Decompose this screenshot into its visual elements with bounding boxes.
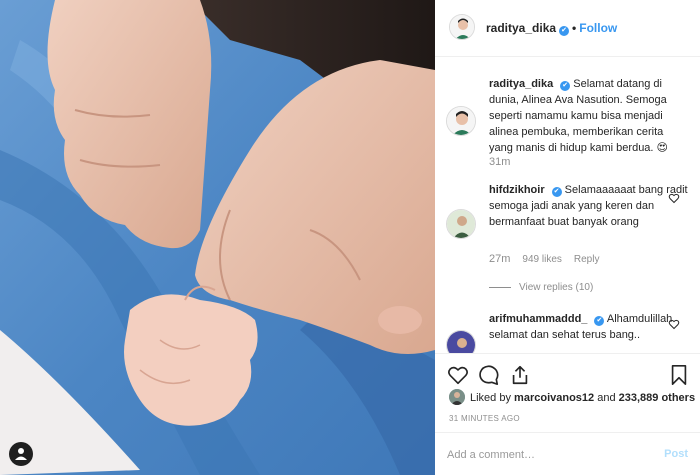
verified-icon: ✔ [594, 316, 605, 326]
comment-username[interactable]: hifdzikhoir [489, 184, 545, 196]
user-tag-icon [15, 448, 27, 460]
comment-avatar[interactable] [446, 209, 476, 239]
comment-input[interactable] [447, 445, 647, 465]
comment-time: 27m [489, 253, 511, 265]
comment-meta: 27m 949 likes Reply [489, 253, 611, 265]
post-image [0, 0, 435, 475]
add-comment-bar: Post [435, 432, 700, 475]
post-photo[interactable] [0, 0, 435, 475]
comment-like-heart-icon[interactable] [668, 192, 680, 204]
author-line: raditya_dika ✔ • Follow [486, 21, 617, 36]
comment-item: hifdzikhoir ✔ Selamaaaaaat bang radit sem… [489, 182, 689, 230]
follow-button[interactable]: Follow [579, 21, 617, 35]
view-replies[interactable]: View replies (10) [489, 282, 593, 293]
post-timestamp: 31 MINUTES AGO [449, 414, 520, 423]
comment-likes[interactable]: 949 likes [522, 254, 561, 265]
caption: raditya_dika ✔ Selamat datang di dunia, A… [489, 76, 689, 156]
replies-divider [489, 286, 511, 288]
caption-meta: 31m [489, 156, 522, 168]
post-button[interactable]: Post [664, 448, 688, 460]
post-sidebar: raditya_dika ✔ • Follow raditya_dika ✔ Selam… [435, 0, 700, 475]
author-avatar[interactable] [449, 14, 475, 40]
comment-icon[interactable] [478, 364, 500, 386]
comments-list[interactable]: raditya_dika ✔ Selamat datang di dunia, A… [435, 57, 700, 353]
post-header: raditya_dika ✔ • Follow [435, 0, 700, 57]
liker-username[interactable]: marcoivanos12 [514, 392, 594, 404]
caption-avatar[interactable] [446, 106, 476, 136]
share-icon[interactable] [509, 364, 531, 386]
comment-like-heart-icon[interactable] [668, 318, 680, 330]
comment-username[interactable]: arifmuhammaddd_ [489, 313, 587, 325]
view-replies-label[interactable]: View replies (10) [519, 282, 593, 293]
likes-prefix: Liked by [470, 392, 511, 404]
separator-dot: • [572, 21, 577, 35]
caption-time: 31m [489, 156, 511, 168]
liker-avatar [449, 389, 465, 405]
action-bar [435, 353, 700, 391]
user-tag-button[interactable] [9, 442, 33, 466]
heart-icon[interactable] [447, 364, 469, 386]
verified-icon: ✔ [551, 187, 562, 197]
verified-icon: ✔ [559, 26, 570, 36]
likes-and: and [597, 392, 616, 404]
caption-username[interactable]: raditya_dika [489, 78, 553, 90]
verified-icon: ✔ [560, 81, 571, 91]
comment-avatar[interactable] [446, 330, 476, 353]
comment-item: arifmuhammaddd_ ✔ Alhamdulillah selamat d… [489, 311, 689, 343]
author-username[interactable]: raditya_dika [486, 21, 556, 35]
likes-text: Liked by marcoivanos12 and 233,889 other… [470, 392, 695, 404]
reply-button[interactable]: Reply [574, 254, 600, 265]
likes-count[interactable]: 233,889 others [619, 392, 695, 404]
bookmark-icon[interactable] [668, 364, 690, 386]
